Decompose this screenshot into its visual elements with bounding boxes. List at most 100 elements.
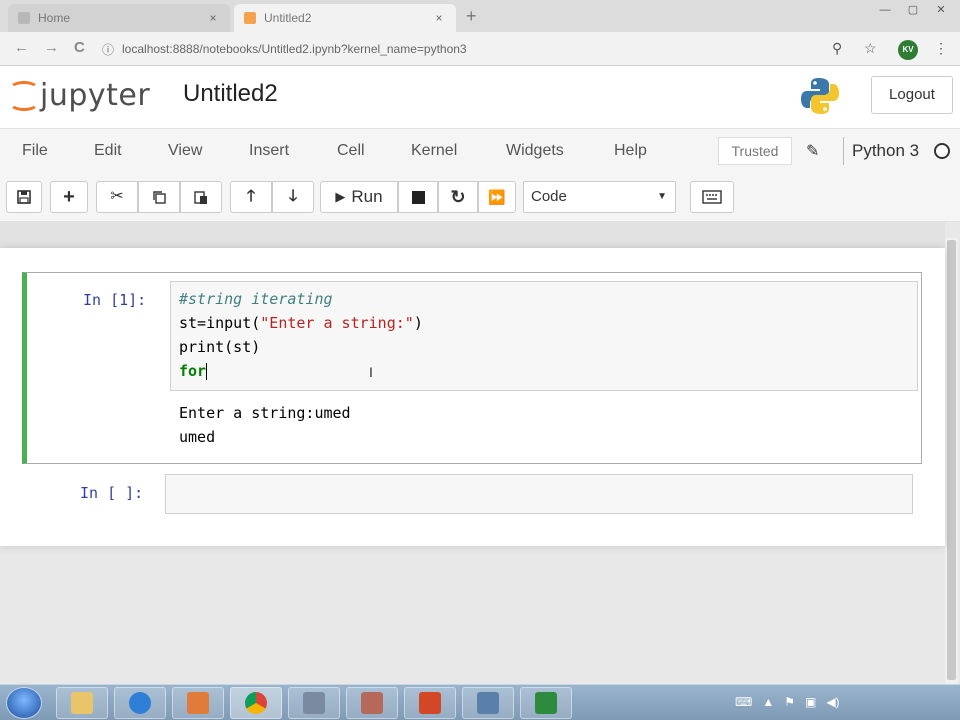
taskbar-app[interactable] [346,687,398,719]
edit-mode-pencil-icon: ✎ [806,143,820,160]
kernel-status-icon [934,143,950,159]
tab-close-icon[interactable]: × [432,11,446,25]
cut-button[interactable]: ✂ [96,181,138,213]
new-tab-icon[interactable]: + [466,6,477,27]
keyboard-icon [702,190,722,204]
restart-icon: ↻ [450,187,466,207]
run-button[interactable]: ▶︎ Run [320,181,398,213]
code-line: st=input("Enter a string:") [179,314,423,332]
home-tab-favicon-icon [18,12,30,24]
code-editor[interactable] [165,474,913,514]
copy-icon [153,191,166,204]
arrow-up-icon: 🡑 [246,188,256,205]
move-cell-up-button[interactable]: 🡑 [230,181,272,213]
scrollbar-thumb[interactable] [947,240,956,680]
url-field[interactable]: ⓘ localhost:8888/notebooks/Untitled2.ipy… [102,37,822,61]
kernel-name[interactable]: Python 3 [843,137,919,165]
code-line: for [179,362,208,380]
taskbar-ie[interactable] [114,687,166,719]
interrupt-button[interactable] [398,181,438,213]
folder-icon [71,692,93,714]
tab-title: Untitled2 [264,11,312,25]
extension-avatar[interactable]: KV [898,40,918,60]
logout-button[interactable]: Logout [871,76,953,114]
cell-type-select[interactable]: Code ▼ [523,181,676,213]
notebook-title[interactable]: Untitled2 [183,80,278,108]
command-palette-button[interactable] [690,181,734,213]
jupyter-logo[interactable]: jupyter [8,78,150,113]
tab-close-icon[interactable]: × [206,11,220,25]
code-cell-empty[interactable]: In [ ]: [22,472,922,516]
back-arrow-icon[interactable]: ← [14,39,29,56]
menu-insert[interactable]: Insert [249,142,289,160]
browser-tab-notebook[interactable]: Untitled2 × [234,4,456,32]
taskbar-explorer[interactable] [56,687,108,719]
app-icon [361,692,383,714]
jupyter-header: jupyter Untitled2 Logout [0,66,960,128]
python-logo-icon [801,78,839,114]
code-line: #string iterating [179,290,333,308]
network-icon[interactable]: ▣ [805,695,816,709]
jupyter-favicon-icon [244,12,256,24]
menu-edit[interactable]: Edit [94,142,122,160]
browser-menu-icon[interactable]: ⋮ [934,40,948,57]
notebook-top-gap [0,222,945,248]
code-cell-selected[interactable]: In [1]: #string iterating st=input("Ente… [22,272,922,464]
app-icon [477,692,499,714]
volume-icon[interactable]: ◀) [826,695,839,709]
arrow-down-icon: 🡓 [288,188,298,205]
taskbar-captivate[interactable] [520,687,572,719]
move-cell-down-button[interactable]: 🡓 [272,181,314,213]
close-window-icon[interactable]: ✕ [928,2,954,18]
flag-icon[interactable]: ⚑ [784,695,795,709]
menu-kernel[interactable]: Kernel [411,142,457,160]
cell-type-value: Code [531,188,567,205]
minimize-icon[interactable]: — [872,2,898,18]
insert-cell-button[interactable]: + [50,181,88,213]
taskbar-media[interactable] [172,687,224,719]
browser-address-bar: ← → C ⓘ localhost:8888/notebooks/Untitle… [0,32,960,66]
run-label: Run [351,187,383,206]
restart-run-all-button[interactable]: ⏩ [478,181,516,213]
notebook-area: In [1]: #string iterating st=input("Ente… [0,222,960,684]
maximize-icon[interactable]: ▢ [900,2,926,18]
taskbar-chrome[interactable] [230,687,282,719]
reload-icon[interactable]: C [74,39,85,56]
tray-arrow-icon[interactable]: ▲ [762,695,774,709]
menu-help[interactable]: Help [614,142,647,160]
copy-button[interactable] [138,181,180,213]
paste-icon [194,191,207,204]
zoom-icon[interactable]: ⚲ [832,40,842,57]
fast-forward-icon: ⏩ [488,189,506,205]
menubar: File Edit View Insert Cell Kernel Widget… [0,128,960,174]
forward-arrow-icon[interactable]: → [44,39,59,56]
system-tray: ⌨ ▲ ⚑ ▣ ◀) [735,695,840,709]
scrollbar[interactable] [945,238,958,684]
trusted-indicator[interactable]: Trusted [718,137,792,165]
cell-output: Enter a string:umed umed [179,404,351,446]
start-button[interactable] [6,687,42,719]
jupyter-orbit-icon [8,80,39,111]
restart-kernel-button[interactable]: ↻ [438,181,478,213]
os-taskbar: ⌨ ▲ ⚑ ▣ ◀) [0,684,960,720]
code-editor[interactable]: #string iterating st=input("Enter a stri… [170,281,918,391]
taskbar-app[interactable] [288,687,340,719]
language-icon[interactable]: ⌨ [735,695,752,709]
chevron-down-icon: ▼ [657,191,667,202]
app-icon [303,692,325,714]
url-text: localhost:8888/notebooks/Untitled2.ipynb… [122,42,467,56]
taskbar-powerpoint[interactable] [404,687,456,719]
menu-widgets[interactable]: Widgets [506,142,564,160]
save-button[interactable] [6,181,42,213]
save-icon [17,190,31,204]
taskbar-app[interactable] [462,687,514,719]
browser-tab-home[interactable]: Home × [8,4,230,32]
bookmark-star-icon[interactable]: ☆ [864,40,877,57]
menu-file[interactable]: File [22,142,48,160]
browser-tab-strip: Home × Untitled2 × + — ▢ ✕ [0,0,960,32]
menu-cell[interactable]: Cell [337,142,365,160]
paste-button[interactable] [180,181,222,213]
menu-view[interactable]: View [168,142,202,160]
window-controls: — ▢ ✕ [872,2,954,18]
site-info-icon[interactable]: ⓘ [102,41,114,58]
